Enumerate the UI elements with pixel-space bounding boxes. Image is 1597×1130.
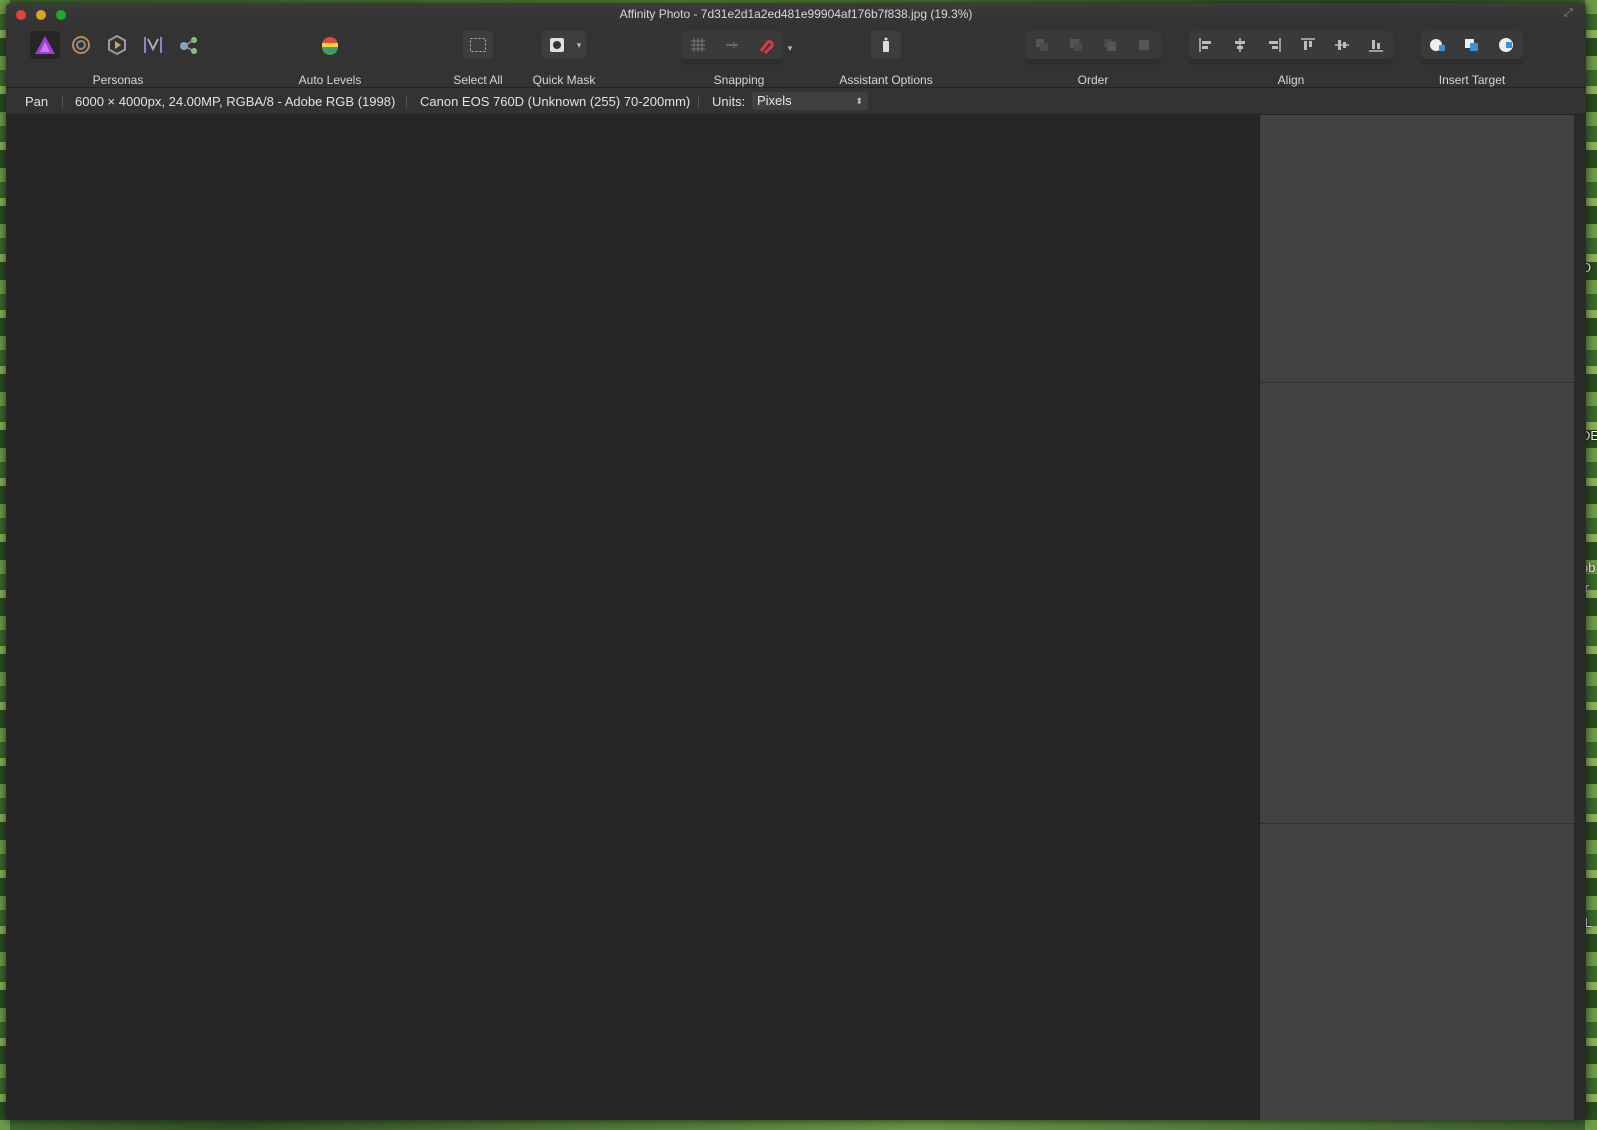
units-select[interactable]: Pixels ⬍ [752, 92, 868, 110]
snap-guides-button[interactable] [715, 31, 749, 59]
select-all-button[interactable] [463, 31, 493, 59]
select-all-label: Select All [453, 73, 503, 87]
liquify-persona-button[interactable] [66, 31, 96, 59]
context-divider [62, 95, 63, 108]
align-right-icon [1269, 38, 1281, 52]
develop-persona-icon [108, 35, 126, 55]
insert-target-label: Insert Target [1438, 73, 1506, 87]
stepper-arrows-icon: ⬍ [855, 96, 863, 106]
personas-group: Personas [30, 31, 206, 87]
export-persona-button[interactable] [174, 31, 204, 59]
grid-icon [691, 38, 705, 52]
studio-panel-area [1259, 115, 1574, 1120]
auto-levels-label: Auto Levels [298, 73, 362, 87]
align-right-button[interactable] [1257, 31, 1291, 59]
quick-mask-label: Quick Mask [532, 73, 596, 87]
export-persona-icon [180, 37, 197, 54]
title-bar[interactable]: Affinity Photo - 7d31e2d1a2ed481e99904af… [6, 3, 1586, 25]
align-center-icon [1235, 38, 1245, 52]
auto-levels-group: Auto Levels [295, 31, 365, 87]
snapping-dropdown-icon[interactable]: ▾ [783, 31, 797, 65]
document-canvas[interactable] [6, 115, 1258, 1120]
assistant-options-button[interactable] [871, 31, 901, 59]
insert-target-group: Insert Target [1416, 31, 1528, 87]
move-back-one-icon [1070, 39, 1082, 51]
tone-mapping-persona-icon [144, 37, 162, 53]
guides-icon [726, 42, 738, 48]
insert-top-button[interactable] [1455, 31, 1489, 59]
personas-label: Personas [92, 73, 144, 87]
align-left-icon [1199, 38, 1211, 52]
quick-mask-group: ▾ Quick Mask [522, 31, 606, 87]
move-forward-one-icon [1104, 39, 1116, 51]
develop-persona-button[interactable] [102, 31, 132, 59]
marquee-icon [470, 38, 486, 52]
align-center-button[interactable] [1223, 31, 1257, 59]
assistant-options-label: Assistant Options [839, 73, 933, 87]
assistant-icon [883, 37, 889, 52]
liquify-persona-icon [72, 36, 90, 54]
panel-divider[interactable] [1260, 382, 1574, 383]
assistant-options-group: Assistant Options [836, 31, 936, 87]
snapping-group: ▾ Snapping [674, 31, 804, 87]
fullscreen-icon[interactable]: ⤢ [1564, 7, 1576, 19]
move-back-one-button[interactable] [1059, 31, 1093, 59]
align-bottom-button[interactable] [1359, 31, 1393, 59]
context-divider [406, 95, 407, 108]
align-middle-button[interactable] [1325, 31, 1359, 59]
window-title: Affinity Photo - 7d31e2d1a2ed481e99904af… [619, 7, 973, 21]
panel-divider[interactable] [1260, 823, 1574, 824]
move-to-front-icon [1139, 40, 1149, 50]
move-to-back-button[interactable] [1025, 31, 1059, 59]
align-label: Align [1277, 73, 1305, 87]
auto-levels-button[interactable] [315, 31, 345, 59]
context-divider [698, 95, 699, 108]
main-toolbar: Personas Auto Levels Select All ▾ Quick … [6, 25, 1586, 88]
quick-mask-icon [550, 38, 564, 52]
current-tool-name: Pan [25, 94, 49, 109]
order-group: Order [1018, 31, 1168, 87]
select-all-group: Select All [448, 31, 508, 87]
magnet-icon [759, 40, 774, 54]
insert-inside-button[interactable] [1489, 31, 1523, 59]
units-select-value: Pixels [757, 93, 792, 108]
move-forward-one-button[interactable] [1093, 31, 1127, 59]
align-left-button[interactable] [1189, 31, 1223, 59]
camera-info: Canon EOS 760D (Unknown (255) 70-200mm) [420, 94, 691, 109]
align-group: Align [1183, 31, 1399, 87]
photo-persona-icon [35, 36, 55, 54]
quick-mask-button[interactable] [542, 31, 572, 59]
units-label: Units: [712, 94, 746, 109]
app-window: Affinity Photo - 7d31e2d1a2ed481e99904af… [6, 3, 1586, 1120]
order-label: Order [1077, 73, 1109, 87]
snapping-label: Snapping [713, 73, 765, 87]
tone-mapping-persona-button[interactable] [138, 31, 168, 59]
photo-persona-button[interactable] [30, 31, 60, 59]
align-top-button[interactable] [1291, 31, 1325, 59]
snap-grid-button[interactable] [681, 31, 715, 59]
move-to-back-icon [1036, 39, 1048, 51]
document-info: 6000 × 4000px, 24.00MP, RGBA/8 - Adobe R… [75, 94, 396, 109]
align-middle-icon [1335, 40, 1349, 50]
auto-levels-icon [322, 37, 338, 55]
insert-behind-icon [1430, 39, 1445, 51]
insert-top-icon [1465, 39, 1478, 51]
move-to-front-button[interactable] [1127, 31, 1161, 59]
align-bottom-icon [1369, 40, 1383, 52]
insert-behind-button[interactable] [1421, 31, 1455, 59]
context-toolbar: Pan 6000 × 4000px, 24.00MP, RGBA/8 - Ado… [6, 88, 1586, 115]
desktop-background-right: O DE ob .r .L [1581, 0, 1597, 1130]
quick-mask-dropdown-icon[interactable]: ▾ [572, 31, 586, 59]
snapping-toggle-button[interactable] [749, 31, 783, 59]
insert-inside-icon [1499, 38, 1513, 52]
align-top-icon [1301, 38, 1315, 50]
